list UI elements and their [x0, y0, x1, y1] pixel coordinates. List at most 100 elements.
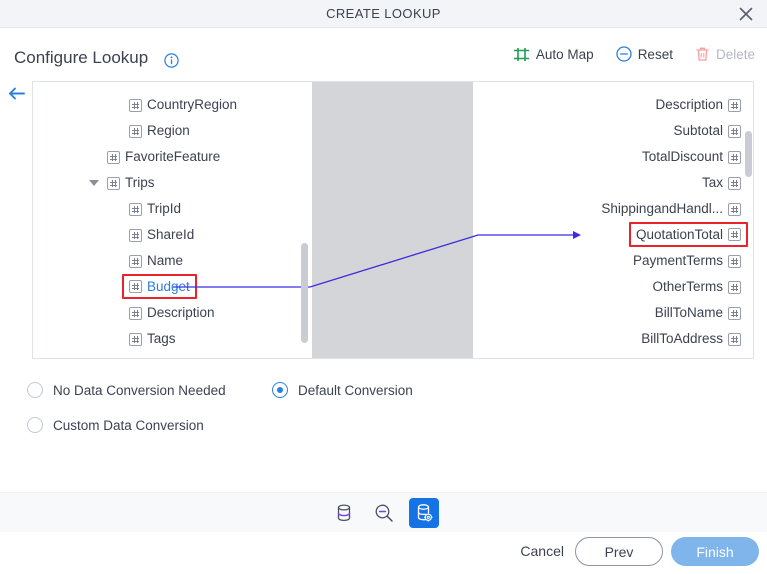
radio-no-data-conversion-control[interactable]: [27, 382, 43, 398]
source-tree-node[interactable]: Trips: [107, 170, 155, 196]
target-tree-node-label: Subtotal: [673, 123, 723, 138]
field-type-icon: [728, 332, 741, 346]
trash-icon: [695, 46, 710, 62]
source-tree-node[interactable]: Region: [129, 118, 190, 144]
source-tree-node-label: Budget: [147, 278, 190, 294]
field-type-icon: [129, 202, 142, 216]
source-tree-scrollbar[interactable]: [301, 243, 308, 343]
delete-button[interactable]: Delete: [695, 46, 755, 62]
field-type-icon: [728, 306, 741, 320]
field-type-icon: [728, 202, 741, 216]
database-icon[interactable]: [329, 498, 359, 528]
dialog-titlebar: CREATE LOOKUP: [0, 0, 767, 28]
target-tree-node[interactable]: TotalDiscount: [642, 144, 741, 170]
source-tree-node[interactable]: TripId: [129, 196, 181, 222]
target-tree-node-label: QuotationTotal: [635, 226, 723, 242]
target-tree-node-label: Description: [655, 97, 723, 112]
finish-button[interactable]: Finish: [671, 537, 759, 566]
source-tree-node-label: Trips: [125, 175, 155, 190]
prev-button[interactable]: Prev: [575, 537, 663, 566]
page-title: Configure Lookup: [14, 48, 149, 67]
radio-default-conversion[interactable]: Default Conversion: [272, 382, 413, 398]
radio-custom-data-conversion-control[interactable]: [27, 417, 43, 433]
field-type-icon: [129, 254, 142, 268]
tree-expander-icon[interactable]: [89, 180, 99, 186]
source-tree-node-label: ShareId: [147, 227, 195, 242]
create-lookup-dialog: CREATE LOOKUP Configure Lookup Auto Map …: [0, 0, 767, 574]
source-tree-node[interactable]: Name: [129, 248, 183, 274]
field-type-icon: [728, 150, 741, 164]
source-tree-node[interactable]: Description: [129, 300, 215, 326]
target-tree-node-label: Tax: [701, 175, 723, 190]
zoom-out-icon[interactable]: [369, 498, 399, 528]
canvas-toolbar: [0, 492, 767, 532]
target-tree-node[interactable]: QuotationTotal: [628, 222, 748, 247]
source-tree-node-label: CountryRegion: [147, 97, 238, 112]
target-tree-node[interactable]: ShippingandHandl...: [601, 196, 741, 222]
target-tree-node[interactable]: Subtotal: [673, 118, 741, 144]
info-circle-icon[interactable]: [164, 53, 179, 68]
source-tree-node[interactable]: CountryRegion: [129, 92, 237, 118]
dialog-footer: Cancel Prev Finish: [0, 532, 767, 574]
target-tree-node-label: TotalDiscount: [641, 149, 723, 164]
cancel-button[interactable]: Cancel: [520, 543, 564, 559]
field-type-icon: [728, 176, 741, 190]
target-tree-scrollbar[interactable]: [745, 131, 752, 177]
field-type-icon: [728, 254, 741, 268]
arrow-left-icon[interactable]: [7, 84, 26, 103]
source-tree-node-label: FavoriteFeature: [125, 149, 221, 164]
target-tree-node[interactable]: PaymentTerms: [633, 248, 741, 274]
dialog-subheader: Configure Lookup Auto Map Reset Delete: [0, 28, 767, 76]
close-icon[interactable]: [735, 3, 757, 25]
target-field-tree[interactable]: Description Subtotal TotalDiscount Tax Shipp…: [473, 82, 753, 360]
target-tree-node-label: BillToAddress: [641, 331, 723, 346]
source-tree-node[interactable]: StartsAt: [129, 352, 195, 358]
source-tree-node[interactable]: Budget: [122, 274, 197, 299]
target-tree-node-label: BillToName: [654, 305, 723, 320]
source-tree-node-label: Name: [147, 253, 184, 268]
source-tree-node[interactable]: ShareId: [129, 222, 194, 248]
radio-custom-data-conversion-label: Custom Data Conversion: [53, 417, 204, 433]
delete-label: Delete: [715, 46, 755, 62]
radio-custom-data-conversion[interactable]: Custom Data Conversion: [27, 417, 204, 433]
target-tree-node-label: SameasBilling: [637, 352, 723, 358]
radio-default-conversion-label: Default Conversion: [298, 382, 413, 398]
target-tree-node[interactable]: BillToName: [655, 300, 741, 326]
reset-label: Reset: [637, 46, 673, 62]
target-tree-node-label: ShippingandHandl...: [601, 201, 723, 216]
database-config-icon[interactable]: [408, 497, 439, 528]
target-tree-node[interactable]: BillToAddress: [641, 326, 741, 352]
target-tree-node[interactable]: OtherTerms: [652, 274, 741, 300]
field-type-icon: [107, 150, 120, 164]
field-type-icon: [728, 359, 741, 360]
radio-default-conversion-control[interactable]: [272, 382, 288, 398]
field-type-icon: [107, 176, 120, 190]
dialog-title: CREATE LOOKUP: [326, 6, 441, 21]
mapping-canvas: CountryRegion Region FavoriteFeature Trips T…: [32, 81, 754, 359]
source-field-tree[interactable]: CountryRegion Region FavoriteFeature Trips T…: [33, 82, 312, 358]
source-tree-node-label: Tags: [147, 331, 176, 346]
minus-circle-icon: [616, 46, 632, 62]
source-tree-node[interactable]: FavoriteFeature: [107, 144, 220, 170]
target-tree-node[interactable]: SameasBilling: [637, 352, 741, 360]
header-actions: Auto Map Reset Delete: [513, 46, 755, 62]
field-type-icon: [129, 280, 142, 293]
field-type-icon: [728, 98, 741, 112]
source-tree-node[interactable]: Tags: [129, 326, 176, 352]
source-tree-node-label: Region: [147, 123, 190, 138]
target-tree-node[interactable]: Description: [655, 92, 741, 118]
target-tree-node-label: PaymentTerms: [632, 253, 723, 268]
field-type-icon: [728, 280, 741, 294]
radio-no-data-conversion[interactable]: No Data Conversion Needed: [27, 382, 226, 398]
auto-map-icon: [513, 47, 530, 62]
source-tree-node-label: StartsAt: [147, 352, 195, 358]
auto-map-button[interactable]: Auto Map: [513, 47, 594, 62]
field-type-icon: [129, 306, 142, 320]
radio-no-data-conversion-label: No Data Conversion Needed: [53, 382, 226, 398]
target-tree-node[interactable]: Tax: [702, 170, 741, 196]
field-type-icon: [129, 98, 142, 112]
auto-map-label: Auto Map: [535, 46, 594, 62]
field-type-icon: [129, 228, 142, 242]
target-tree-node-label: OtherTerms: [652, 279, 723, 294]
reset-button[interactable]: Reset: [616, 46, 673, 62]
